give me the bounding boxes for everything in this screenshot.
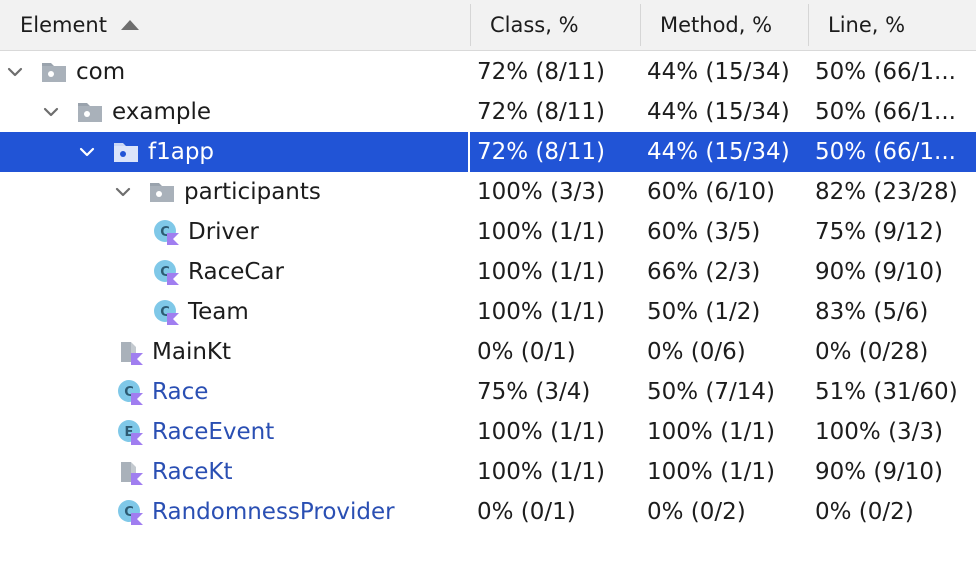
- element-name: f1app: [148, 139, 215, 165]
- chevron-down-icon[interactable]: [114, 183, 132, 201]
- method-coverage: 44% (15/34): [647, 59, 790, 85]
- class-coverage: 72% (8/11): [477, 139, 606, 165]
- column-divider[interactable]: [808, 4, 809, 46]
- column-header-method-label: Method, %: [660, 13, 773, 37]
- method-coverage: 0% (0/6): [647, 339, 746, 365]
- line-coverage: 50% (66/1...: [815, 59, 956, 85]
- element-name: RaceKt: [152, 459, 233, 485]
- class-coverage: 100% (1/1): [477, 419, 606, 445]
- table-row[interactable]: f1app 72% (8/11) 44% (15/34) 50% (66/1...: [0, 132, 976, 172]
- element-name: RandomnessProvider: [152, 499, 395, 525]
- folder-package-icon: [76, 98, 104, 126]
- class-coverage: 75% (3/4): [477, 379, 591, 405]
- chevron-down-icon[interactable]: [78, 143, 96, 161]
- method-coverage: 66% (2/3): [647, 259, 761, 285]
- table-row[interactable]: RaceKt 100% (1/1) 100% (1/1) 90% (9/10): [0, 452, 976, 492]
- table-row[interactable]: C Team 100% (1/1) 50% (1/2) 83% (5/6): [0, 292, 976, 332]
- table-row[interactable]: C Driver 100% (1/1) 60% (3/5) 75% (9/12): [0, 212, 976, 252]
- line-coverage: 75% (9/12): [815, 219, 944, 245]
- kotlin-enum-icon: E: [116, 418, 144, 446]
- kotlin-class-icon: C: [152, 258, 180, 286]
- kotlin-file-icon: [116, 458, 144, 486]
- selection-highlight: [0, 132, 468, 172]
- table-row[interactable]: participants 100% (3/3) 60% (6/10) 82% (23/…: [0, 172, 976, 212]
- column-header-class[interactable]: Class, %: [490, 0, 640, 50]
- method-coverage: 60% (3/5): [647, 219, 761, 245]
- table-row[interactable]: C Race 75% (3/4) 50% (7/14) 51% (31/60): [0, 372, 976, 412]
- line-coverage: 90% (9/10): [815, 459, 944, 485]
- method-coverage: 44% (15/34): [647, 139, 790, 165]
- line-coverage: 0% (0/28): [815, 339, 929, 365]
- table-header: Element Class, % Method, % Line, %: [0, 0, 976, 51]
- element-name: Team: [188, 299, 249, 325]
- kotlin-file-icon: [116, 338, 144, 366]
- element-name: RaceCar: [188, 259, 284, 285]
- method-coverage: 100% (1/1): [647, 459, 776, 485]
- element-name: example: [112, 99, 211, 125]
- element-name: RaceEvent: [152, 419, 275, 445]
- table-row[interactable]: C RaceCar 100% (1/1) 66% (2/3) 90% (9/10): [0, 252, 976, 292]
- kotlin-class-icon: C: [152, 218, 180, 246]
- element-name: MainKt: [152, 339, 232, 365]
- table-row[interactable]: example 72% (8/11) 44% (15/34) 50% (66/1...: [0, 92, 976, 132]
- folder-package-icon: [40, 58, 68, 86]
- folder-package-icon: [112, 138, 140, 166]
- line-coverage: 83% (5/6): [815, 299, 929, 325]
- column-header-class-label: Class, %: [490, 13, 579, 37]
- element-name: Driver: [188, 219, 259, 245]
- element-name: com: [76, 59, 126, 85]
- sort-ascending-icon[interactable]: [120, 20, 139, 30]
- method-coverage: 50% (1/2): [647, 299, 761, 325]
- kotlin-class-icon: C: [152, 298, 180, 326]
- column-divider[interactable]: [640, 4, 641, 46]
- method-coverage: 50% (7/14): [647, 379, 776, 405]
- chevron-down-icon[interactable]: [6, 63, 24, 81]
- kotlin-class-icon: C: [116, 378, 144, 406]
- chevron-down-icon[interactable]: [42, 103, 60, 121]
- column-header-method[interactable]: Method, %: [660, 0, 808, 50]
- line-coverage: 51% (31/60): [815, 379, 958, 405]
- element-name: Race: [152, 379, 209, 405]
- line-coverage: 90% (9/10): [815, 259, 944, 285]
- column-divider[interactable]: [470, 4, 471, 46]
- class-coverage: 0% (0/1): [477, 339, 576, 365]
- kotlin-class-icon: C: [116, 498, 144, 526]
- method-coverage: 44% (15/34): [647, 99, 790, 125]
- class-coverage: 72% (8/11): [477, 59, 606, 85]
- column-header-element-label: Element: [20, 13, 107, 37]
- line-coverage: 50% (66/1...: [815, 99, 956, 125]
- method-coverage: 60% (6/10): [647, 179, 776, 205]
- line-coverage: 82% (23/28): [815, 179, 958, 205]
- line-coverage: 0% (0/2): [815, 499, 914, 525]
- folder-package-icon: [148, 178, 176, 206]
- class-coverage: 100% (1/1): [477, 219, 606, 245]
- line-coverage: 50% (66/1...: [815, 139, 956, 165]
- table-row[interactable]: MainKt 0% (0/1) 0% (0/6) 0% (0/28): [0, 332, 976, 372]
- class-coverage: 100% (3/3): [477, 179, 606, 205]
- element-name: participants: [184, 179, 321, 205]
- column-header-element[interactable]: Element: [20, 0, 470, 50]
- table-row[interactable]: com 72% (8/11) 44% (15/34) 50% (66/1...: [0, 52, 976, 92]
- method-coverage: 100% (1/1): [647, 419, 776, 445]
- class-coverage: 100% (1/1): [477, 459, 606, 485]
- class-coverage: 0% (0/1): [477, 499, 576, 525]
- class-coverage: 100% (1/1): [477, 299, 606, 325]
- line-coverage: 100% (3/3): [815, 419, 944, 445]
- table-row[interactable]: E RaceEvent 100% (1/1) 100% (1/1) 100% (3/3): [0, 412, 976, 452]
- class-coverage: 100% (1/1): [477, 259, 606, 285]
- column-header-line-label: Line, %: [828, 13, 906, 37]
- column-header-line[interactable]: Line, %: [828, 0, 976, 50]
- table-row[interactable]: C RandomnessProvider 0% (0/1) 0% (0/2) 0% (0…: [0, 492, 976, 532]
- class-coverage: 72% (8/11): [477, 99, 606, 125]
- method-coverage: 0% (0/2): [647, 499, 746, 525]
